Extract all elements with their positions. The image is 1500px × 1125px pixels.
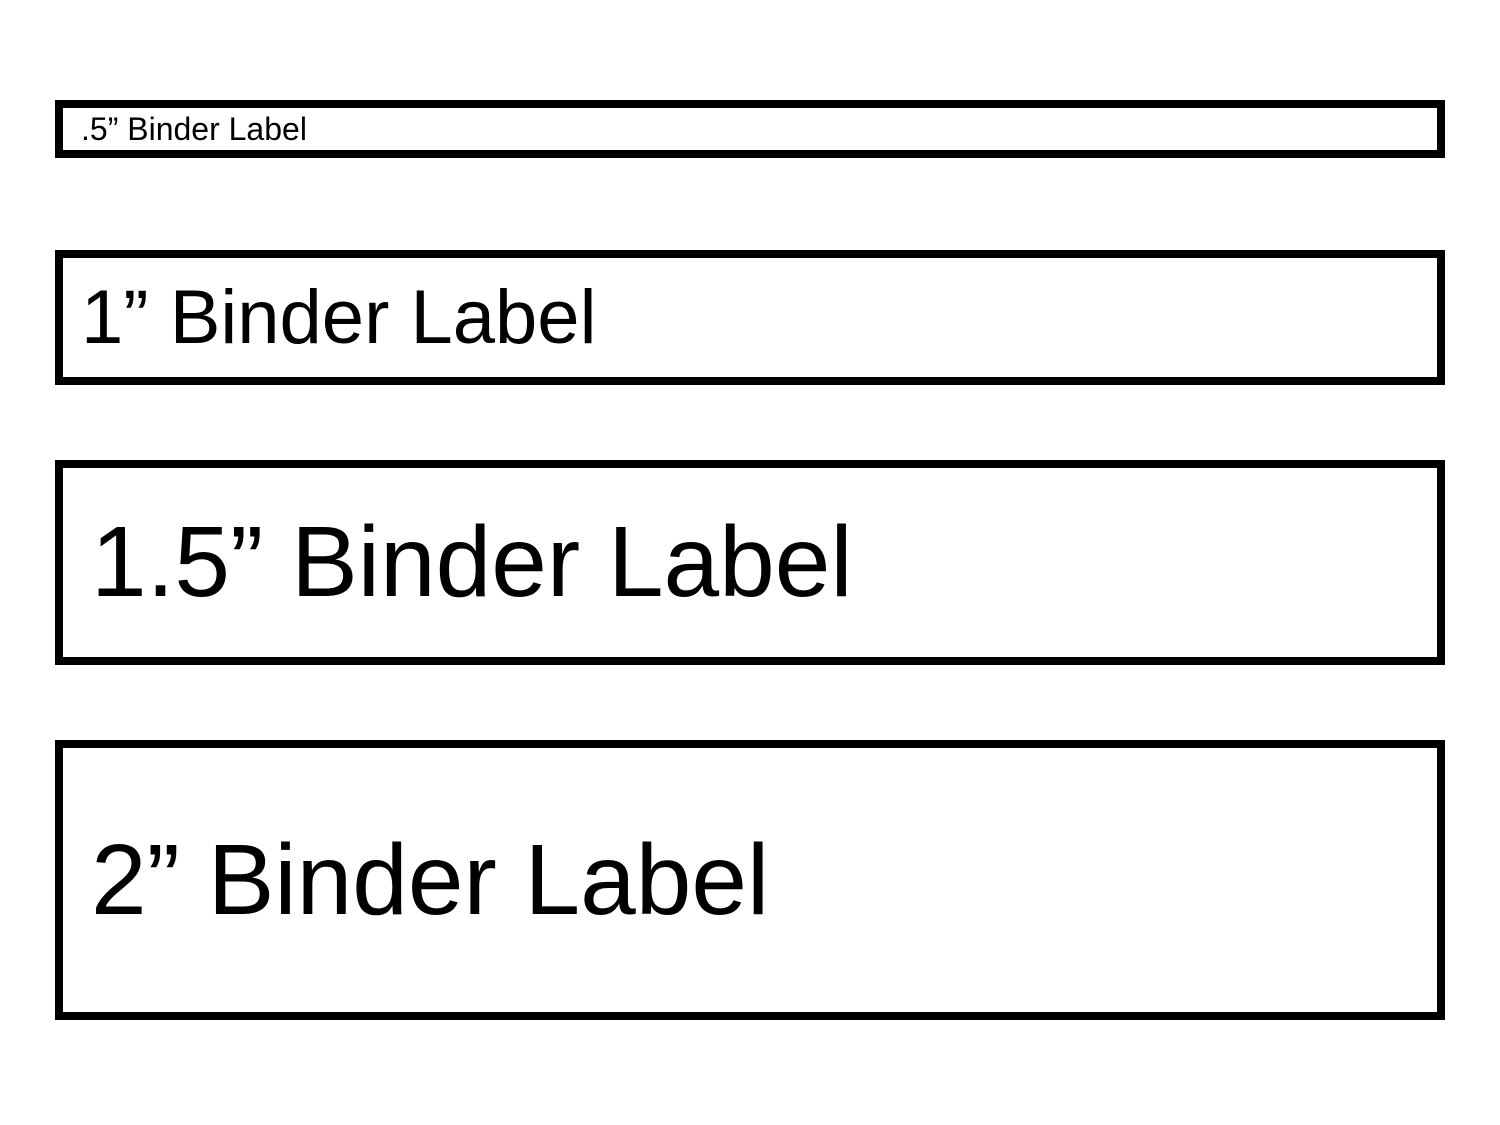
binder-label-text: 1” Binder Label <box>81 274 596 361</box>
binder-label-text: .5” Binder Label <box>81 111 307 148</box>
binder-label-text: 2” Binder Label <box>91 823 769 938</box>
binder-label-one-half-inch: 1.5” Binder Label <box>55 460 1445 665</box>
binder-label-text: 1.5” Binder Label <box>91 505 853 620</box>
binder-label-two-inch: 2” Binder Label <box>55 740 1445 1020</box>
binder-label-half-inch: .5” Binder Label <box>55 100 1445 158</box>
binder-labels-container: .5” Binder Label 1” Binder Label 1.5” Bi… <box>55 100 1445 1020</box>
binder-label-one-inch: 1” Binder Label <box>55 250 1445 385</box>
